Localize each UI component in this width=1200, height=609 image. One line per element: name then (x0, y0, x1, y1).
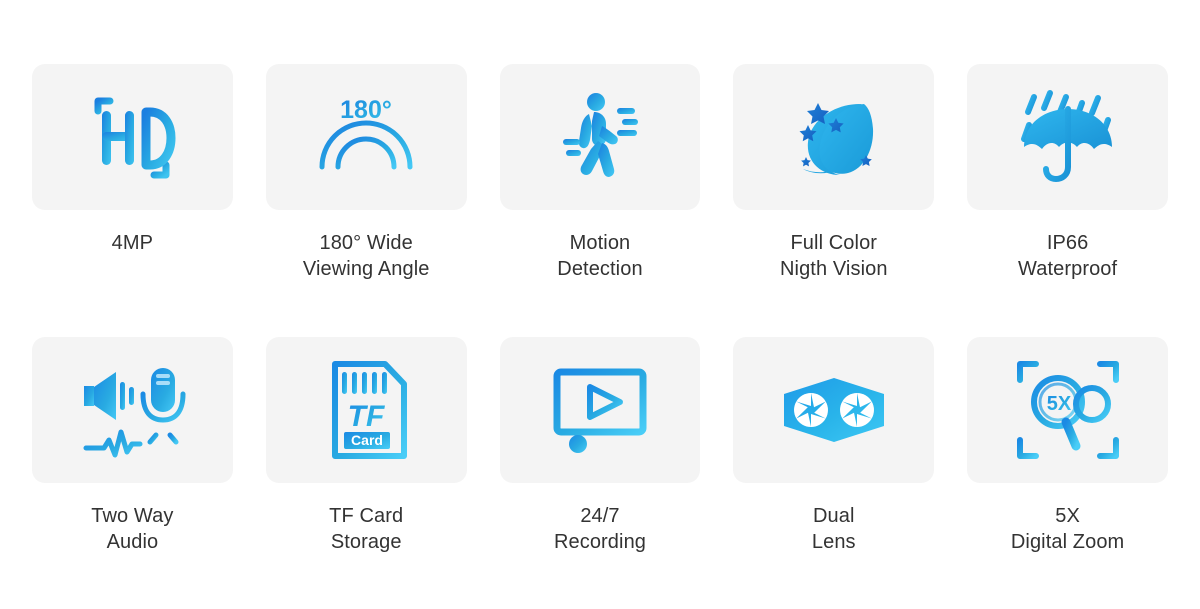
feature-cell-tf-card-storage[interactable]: TF Card TF Card Storage (265, 336, 467, 609)
feature-label-full-color-night-vision: Full Color Nigth Vision (780, 232, 888, 280)
feature-card-wide-viewing-angle[interactable]: 180° (265, 64, 467, 210)
feature-cell-motion-detection[interactable]: Motion Detection (499, 64, 701, 337)
feature-cell-24-7-recording[interactable]: 24/7 Recording (499, 336, 701, 609)
magnifier-zoom-icon: 5X (1016, 360, 1119, 459)
feature-card-ip66-waterproof[interactable] (967, 64, 1168, 210)
feature-card-dual-lens[interactable] (733, 336, 935, 483)
feature-cell-wide-viewing-angle[interactable]: 180° 180° Wide Viewing Angle (265, 64, 467, 337)
feature-cell-dual-lens[interactable]: Dual Lens (733, 336, 935, 609)
feature-label-24-7-recording: 24/7 Recording (553, 504, 647, 553)
wide-angle-value: 180° (340, 96, 392, 124)
feature-label-two-way-audio: Two Way Audio (91, 504, 174, 553)
tf-card-sublabel: Card (351, 432, 383, 448)
tf-card-icon: TF Card (332, 360, 408, 459)
zoom-factor-label: 5X (1046, 393, 1071, 415)
umbrella-rain-icon (1020, 90, 1112, 183)
moon-stars-icon (799, 103, 873, 175)
feature-card-motion-detection[interactable] (499, 64, 701, 210)
video-player-icon (550, 368, 650, 453)
feature-card-full-color-night-vision[interactable] (733, 64, 935, 210)
speaker-microphone-icon (83, 367, 186, 457)
feature-card-24-7-recording[interactable] (499, 336, 701, 483)
feature-cell-ip66-waterproof[interactable]: IP66 Waterproof (967, 64, 1168, 337)
feature-label-5x-digital-zoom: 5X Digital Zoom (1010, 504, 1125, 553)
feature-cell-4mp[interactable]: 4MP (32, 64, 233, 337)
hd-icon (94, 97, 176, 179)
feature-label-tf-card-storage: TF Card Storage (329, 504, 404, 553)
wide-angle-icon: 180° (317, 96, 415, 171)
feature-label-wide-viewing-angle: 180° Wide Viewing Angle (302, 232, 430, 280)
feature-grid: 4MP 180° 180° Wide Viewing Angle Motion … (0, 0, 1200, 609)
feature-label-motion-detection: Motion Detection (557, 232, 643, 280)
feature-cell-5x-digital-zoom[interactable]: 5X 5X Digital Zoom (967, 336, 1168, 609)
feature-label-ip66-waterproof: IP66 Waterproof (1018, 232, 1118, 280)
feature-card-5x-digital-zoom[interactable]: 5X (967, 336, 1168, 483)
feature-card-two-way-audio[interactable] (32, 336, 233, 483)
feature-card-tf-card-storage[interactable]: TF Card (265, 336, 467, 483)
feature-label-dual-lens: Dual Lens (811, 504, 856, 553)
feature-cell-full-color-night-vision[interactable]: Full Color Nigth Vision (733, 64, 935, 337)
walking-person-motion-icon (562, 93, 638, 177)
dual-lens-icon (783, 377, 884, 442)
feature-cell-two-way-audio[interactable]: Two Way Audio (32, 336, 233, 609)
feature-card-4mp[interactable] (32, 64, 233, 210)
feature-label-4mp: 4MP (111, 232, 154, 254)
tf-card-label: TF (348, 400, 385, 433)
